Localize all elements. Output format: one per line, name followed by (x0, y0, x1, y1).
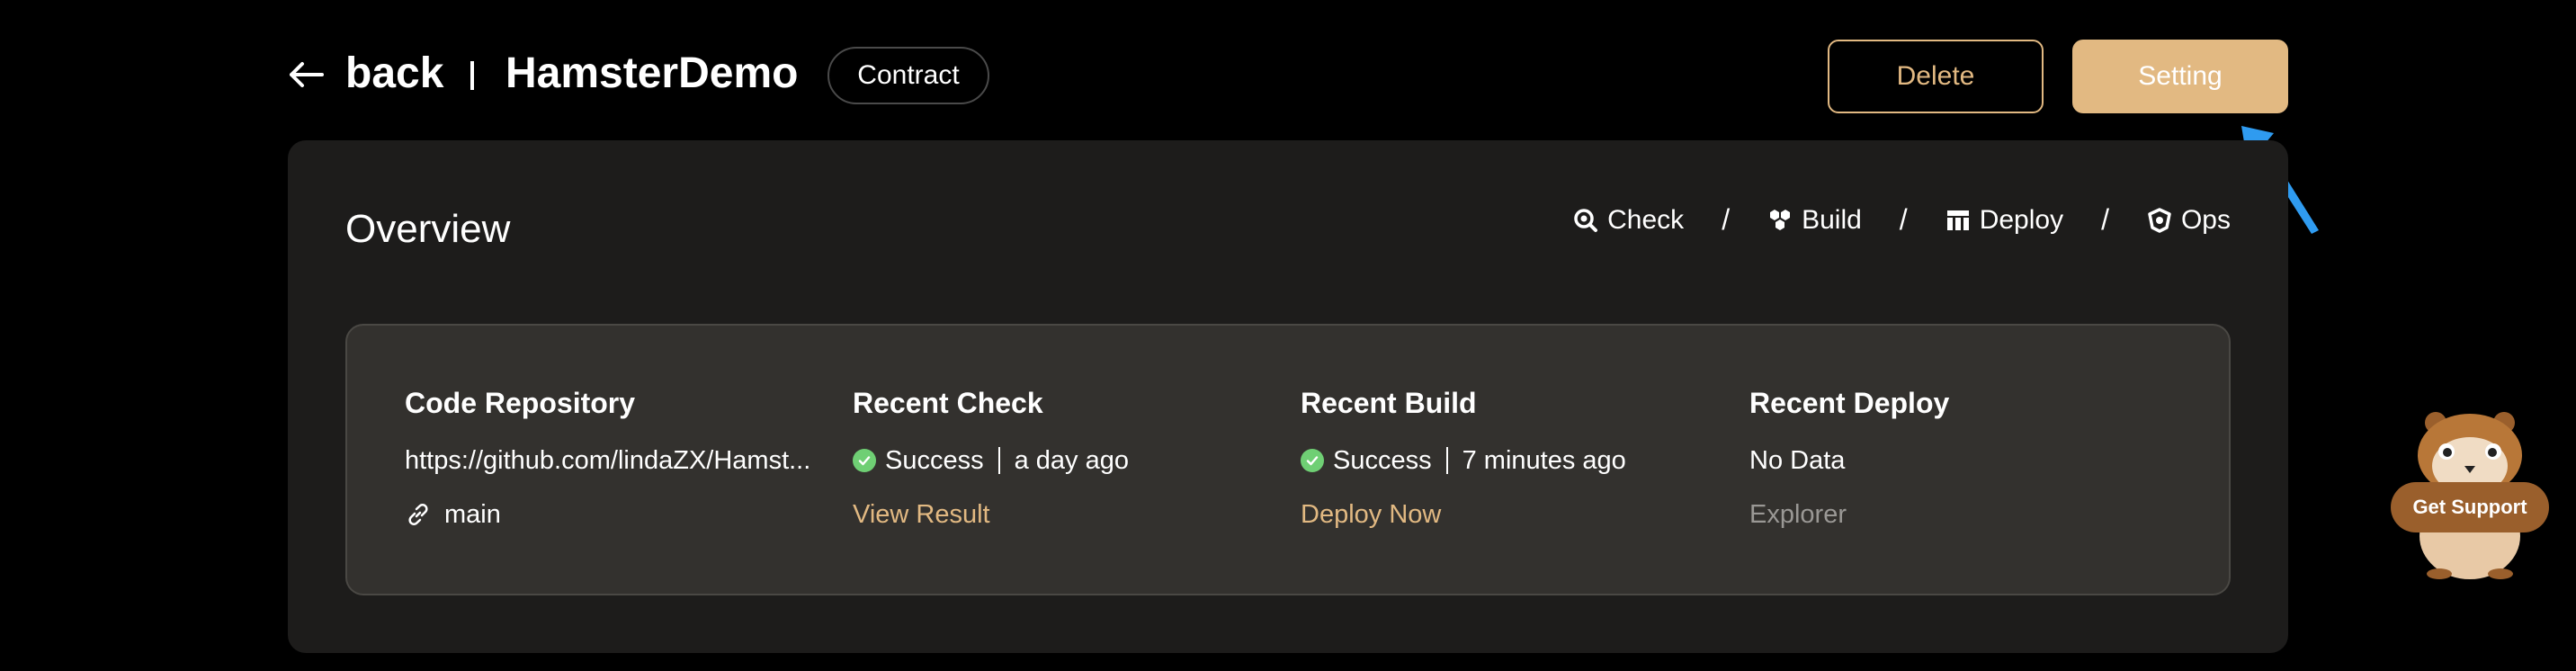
summary-panel: Code Repository https://github.com/linda… (345, 324, 2231, 595)
view-result-link[interactable]: View Result (853, 500, 990, 530)
get-support-widget[interactable]: Get Support (2387, 410, 2553, 579)
deploy-now-link[interactable]: Deploy Now (1301, 500, 1441, 530)
step-deploy[interactable]: Deploy (1945, 205, 2063, 236)
magnifier-icon (1574, 208, 1598, 232)
check-title: Recent Check (853, 387, 1043, 419)
success-check-icon (853, 449, 876, 472)
status-divider (997, 447, 1000, 474)
link-icon (408, 504, 428, 525)
grid-icon (1946, 210, 1969, 230)
step-ops[interactable]: Ops (2147, 205, 2231, 236)
repo-url[interactable]: https://github.com/lindaZX/Hamst... (405, 446, 810, 476)
step-check-label: Check (1607, 204, 1685, 235)
cubes-icon (1770, 209, 1791, 230)
page-header: back HamsterDemo Contract Delete Setting (288, 36, 2288, 117)
get-support-label[interactable]: Get Support (2391, 482, 2549, 532)
check-status: Success (885, 445, 984, 475)
branch-name: main (444, 499, 501, 529)
deploy-status: No Data (1749, 445, 1846, 475)
step-separator: / (1722, 203, 1731, 236)
step-ops-label: Ops (2180, 204, 2231, 235)
step-build[interactable]: Build (1767, 205, 1862, 236)
overview-card: Overview Check / Build / Deploy / Ops Co… (288, 140, 2288, 653)
repo-column: Code Repository https://github.com/linda… (405, 387, 836, 532)
setting-button[interactable]: Setting (2072, 40, 2288, 113)
title-divider (470, 61, 474, 90)
repo-title: Code Repository (405, 387, 636, 419)
back-arrow-icon[interactable] (288, 61, 324, 88)
deploy-title: Recent Deploy (1749, 387, 1950, 419)
project-type-tag: Contract (827, 47, 989, 104)
build-column: Recent Build Success 7 minutes ago Deplo… (1301, 387, 1732, 532)
check-time: a day ago (1014, 445, 1129, 475)
page-title: HamsterDemo (505, 49, 799, 97)
workflow-step-nav: Check / Build / Deploy / Ops (1573, 203, 2231, 237)
step-separator: / (1899, 203, 1908, 236)
back-link[interactable]: back (345, 49, 443, 98)
shield-icon (2148, 207, 2171, 233)
build-status: Success (1333, 445, 1432, 475)
step-deploy-label: Deploy (1979, 204, 2064, 235)
success-check-icon (1301, 449, 1324, 472)
delete-button[interactable]: Delete (1828, 40, 2044, 113)
explorer-link[interactable]: Explorer (1749, 500, 1847, 530)
deploy-column: Recent Deploy No Data Explorer (1749, 387, 2181, 532)
overview-title: Overview (345, 207, 511, 251)
build-time: 7 minutes ago (1462, 445, 1626, 475)
check-column: Recent Check Success a day ago View Resu… (853, 387, 1284, 532)
step-check[interactable]: Check (1573, 205, 1684, 236)
step-build-label: Build (1802, 204, 1862, 235)
step-separator: / (2101, 203, 2109, 236)
build-title: Recent Build (1301, 387, 1477, 419)
status-divider (1445, 447, 1448, 474)
